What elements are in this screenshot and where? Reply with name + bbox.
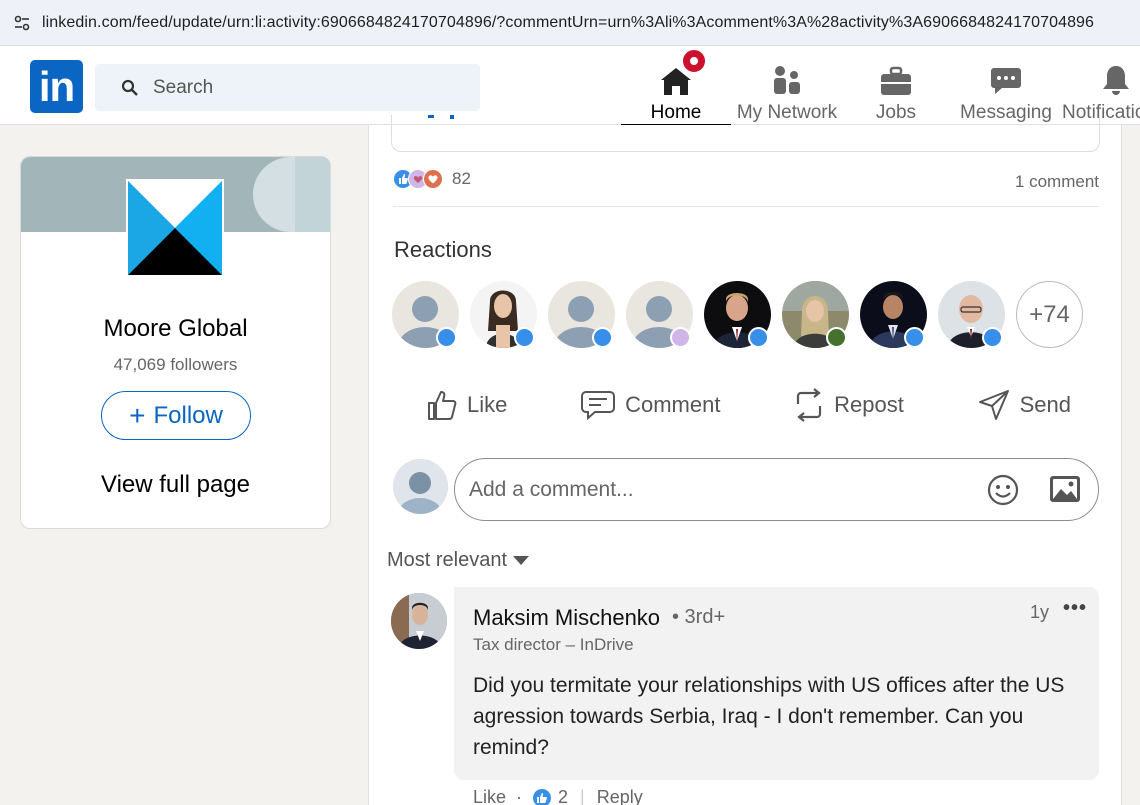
like-reaction-icon [532, 788, 552, 805]
reactor-avatars: +74 [392, 281, 1083, 348]
like-reaction-icon [748, 327, 769, 348]
more-options-icon[interactable]: ••• [1063, 597, 1087, 620]
more-reactors-button[interactable]: +74 [1016, 281, 1083, 348]
comment-box[interactable] [454, 458, 1099, 521]
like-label: Like [467, 392, 508, 417]
sort-label: Most relevant [387, 549, 508, 571]
support-reaction-icon [670, 327, 691, 348]
reactor-avatar[interactable] [548, 281, 615, 348]
nav-jobs[interactable]: Jobs [858, 54, 934, 124]
social-counts: 82 1 comment [393, 169, 1099, 207]
repost-label: Repost [834, 392, 904, 417]
company-followers: 47,069 followers [113, 355, 238, 374]
nav-my-network[interactable]: My Network [733, 54, 841, 124]
global-nav: in Home My Network Jobs Messaging Notifi… [0, 46, 1140, 126]
current-user-avatar[interactable] [393, 459, 448, 514]
follow-button[interactable]: + Follow [101, 391, 251, 440]
emoji-icon[interactable] [987, 474, 1019, 511]
comment-time: 1y [1029, 602, 1049, 622]
reactor-avatar[interactable] [470, 281, 537, 348]
like-reaction-icon [514, 327, 535, 348]
company-card: Moore Global 47,069 followers + Follow V… [20, 156, 331, 529]
thumbs-up-icon [428, 391, 457, 420]
like-reaction-icon [592, 327, 613, 348]
comment-input[interactable] [469, 477, 969, 502]
add-comment-row [391, 458, 1101, 523]
post-actions: Like Comment Repost Send [399, 380, 1099, 430]
send-label: Send [1019, 392, 1071, 417]
reactor-avatar[interactable] [938, 281, 1005, 348]
company-name[interactable]: Moore Global [21, 315, 330, 343]
post-link-preview[interactable] [391, 115, 1100, 152]
briefcase-icon [880, 54, 912, 96]
comment-actions: Like · 2 | Reply [473, 787, 643, 805]
plus-icon: + [129, 399, 146, 431]
search-input[interactable] [153, 76, 453, 99]
comment-author-headline: Tax director – InDrive [473, 635, 634, 654]
search-icon [121, 79, 138, 96]
reactor-avatar[interactable] [860, 281, 927, 348]
like-reaction-icon [436, 327, 457, 348]
browser-url-bar[interactable]: linkedin.com/feed/update/urn:li:activity… [0, 0, 1140, 46]
love-reaction-icon [423, 169, 443, 189]
comment-button[interactable]: Comment [553, 380, 748, 430]
reactions-summary[interactable]: 82 [393, 169, 471, 189]
commenter-avatar[interactable] [391, 593, 447, 649]
comments-count[interactable]: 1 comment [1015, 172, 1099, 192]
view-full-page-link[interactable]: View full page [21, 471, 330, 499]
nav-home[interactable]: Home [621, 48, 731, 126]
comment-author[interactable]: Maksim Mischenko [473, 605, 660, 631]
home-icon [659, 48, 707, 96]
send-button[interactable]: Send [950, 380, 1099, 430]
celebrate-reaction-icon [826, 327, 847, 348]
comment-label: Comment [625, 392, 721, 417]
network-icon [771, 54, 803, 96]
reactor-avatar[interactable] [704, 281, 771, 348]
comment-text: Did you termitate your relationships wit… [473, 674, 1065, 759]
site-info-icon[interactable] [10, 11, 34, 35]
nav-notifications[interactable]: Notifications [1062, 54, 1140, 124]
bell-icon [1062, 54, 1140, 96]
like-button[interactable]: Like [399, 380, 535, 430]
like-reaction-icon [904, 327, 925, 348]
follow-label: Follow [153, 401, 223, 429]
reactor-avatar[interactable] [782, 281, 849, 348]
image-icon[interactable] [1049, 475, 1081, 508]
company-logo[interactable] [126, 179, 224, 277]
reactor-avatar[interactable] [626, 281, 693, 348]
comment-bubble: Maksim Mischenko • 3rd+ Tax director – I… [454, 587, 1099, 780]
nav-messaging[interactable]: Messaging [958, 54, 1054, 124]
chat-icon [990, 54, 1022, 96]
comment-icon [581, 391, 616, 420]
url-text[interactable]: linkedin.com/feed/update/urn:li:activity… [42, 14, 1094, 32]
repost-button[interactable]: Repost [766, 380, 932, 430]
send-icon [978, 390, 1009, 420]
reactions-heading: Reactions [394, 237, 492, 262]
comment-reply-button[interactable]: Reply [597, 787, 643, 805]
post-panel: 82 1 comment Reactions +74 Like Comment … [368, 115, 1122, 805]
repost-icon [797, 388, 822, 422]
like-reaction-icon [982, 327, 1003, 348]
notification-badge [681, 48, 707, 74]
reactor-avatar[interactable] [392, 281, 459, 348]
reactions-count[interactable]: 82 [452, 169, 471, 189]
search-bar[interactable] [95, 64, 480, 111]
comment-like-button[interactable]: Like [473, 787, 506, 805]
caret-down-icon [513, 556, 530, 565]
comment-item: Maksim Mischenko • 3rd+ Tax director – I… [391, 587, 1101, 805]
sort-dropdown[interactable]: Most relevant [387, 549, 530, 572]
comment-author-degree: • 3rd+ [672, 606, 726, 628]
linkedin-logo[interactable]: in [30, 60, 83, 113]
comment-like-count[interactable]: 2 [558, 787, 568, 805]
